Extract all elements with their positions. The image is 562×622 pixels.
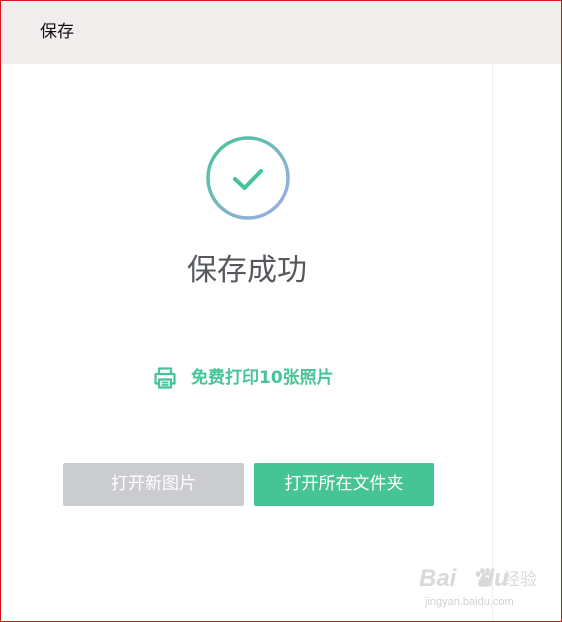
free-print-link[interactable]: 免费打印10张照片 (152, 365, 334, 391)
save-dialog: 保存 保存成功 免费打印10张照片 打开新图片 打开所在文件夹 Bai du 经… (0, 0, 562, 622)
baidu-jingyan-watermark: Bai du 经验 jingyan.baidu.com (419, 561, 554, 613)
watermark-url: jingyan.baidu.com (425, 596, 514, 608)
vertical-divider (492, 64, 493, 621)
watermark-name: 经验 (503, 570, 537, 590)
open-containing-folder-button[interactable]: 打开所在文件夹 (254, 463, 434, 506)
printer-icon (154, 367, 176, 389)
success-title: 保存成功 (187, 253, 307, 288)
check-circle-icon (206, 136, 290, 220)
window-title: 保存 (40, 22, 74, 42)
title-bar: 保存 (1, 1, 561, 64)
watermark-logo-text: Bai du (419, 565, 509, 592)
free-print-label: 免费打印10张照片 (191, 368, 334, 388)
open-new-image-button[interactable]: 打开新图片 (63, 463, 244, 506)
